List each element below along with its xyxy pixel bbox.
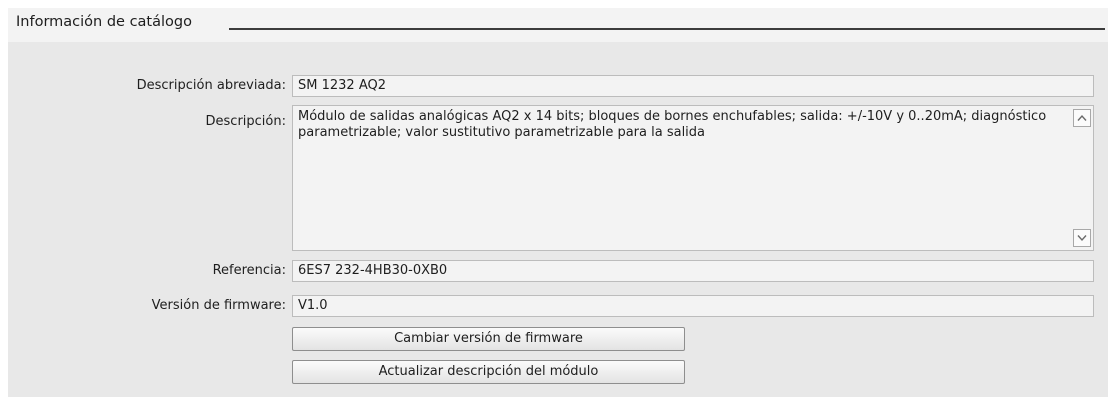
description-text: Módulo de salidas analógicas AQ2 x 14 bi… bbox=[298, 109, 1047, 140]
short-description-field[interactable]: SM 1232 AQ2 bbox=[292, 75, 1094, 97]
update-module-description-button[interactable]: Actualizar descripción del módulo bbox=[292, 360, 685, 384]
scroll-down-button[interactable] bbox=[1073, 229, 1091, 247]
reference-field[interactable]: 6ES7 232-4HB30-0XB0 bbox=[292, 260, 1094, 282]
section-title: Información de catálogo bbox=[16, 12, 202, 32]
chevron-down-icon bbox=[1077, 235, 1087, 242]
header-divider bbox=[229, 28, 1105, 30]
change-firmware-version-button[interactable]: Cambiar versión de firmware bbox=[292, 327, 685, 351]
description-scrollbar[interactable] bbox=[1071, 106, 1093, 250]
short-description-label: Descripción abreviada: bbox=[136, 78, 286, 93]
catalog-info-panel: Descripción abreviada: SM 1232 AQ2 Descr… bbox=[8, 42, 1108, 397]
chevron-up-icon bbox=[1077, 114, 1087, 121]
firmware-version-field[interactable]: V1.0 bbox=[292, 295, 1094, 317]
description-label: Descripción: bbox=[205, 114, 286, 129]
scroll-up-button[interactable] bbox=[1073, 109, 1091, 127]
firmware-version-label: Versión de firmware: bbox=[151, 298, 286, 313]
catalog-info-header: Información de catálogo bbox=[8, 8, 1108, 42]
reference-label: Referencia: bbox=[212, 263, 286, 278]
description-textarea[interactable]: Módulo de salidas analógicas AQ2 x 14 bi… bbox=[292, 105, 1094, 251]
